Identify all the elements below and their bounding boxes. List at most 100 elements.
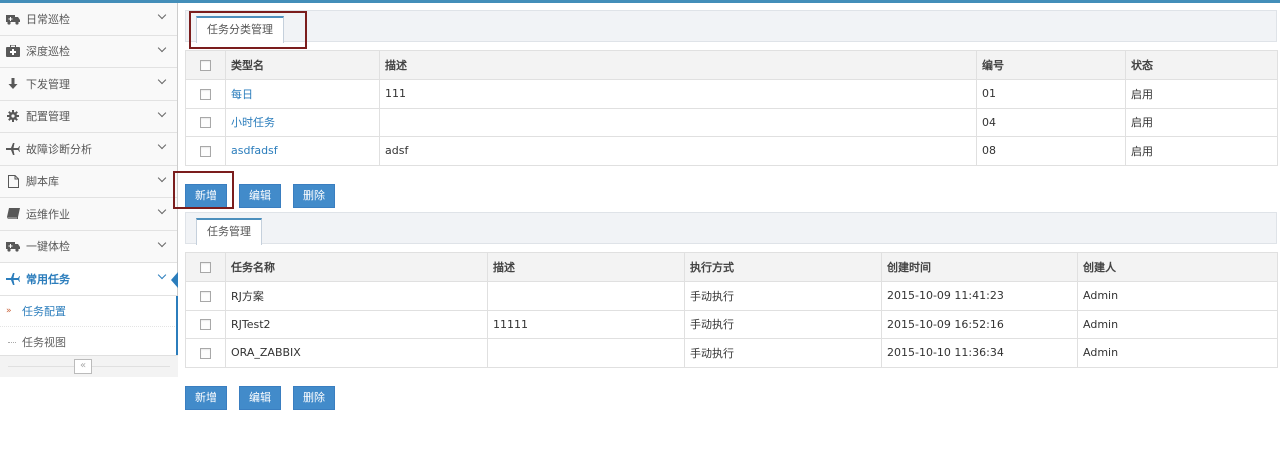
category-table: 类型名 描述 编号 状态 每日 111 01 启用 小时任务 04 启用 asd… [185,50,1278,166]
sidebar-item-daily-inspection[interactable]: 日常巡检 [0,3,177,36]
table-cell [487,281,685,311]
column-header[interactable]: 编号 [976,50,1126,80]
sidebar-subitem-label: 任务配置 [22,304,66,318]
edit-task-button[interactable]: 编辑 [239,386,281,410]
table-cell [379,107,977,137]
chevron-down-icon [157,205,167,215]
row-checkbox-cell [185,338,226,368]
row-checkbox-cell [185,107,226,137]
table-row: RJTest2 11111 手动执行 2015-10-09 16:52:16 A… [185,309,1278,339]
row-checkbox[interactable] [200,319,211,331]
gear-icon [6,109,20,123]
collapse-sidebar-button[interactable]: « [74,359,92,374]
sidebar-item-script-library[interactable]: 脚本库 [0,165,177,198]
sidebar-item-label: 日常巡检 [26,12,70,26]
table-cell: 2015-10-09 11:41:23 [881,281,1078,311]
chevron-down-icon [157,75,167,85]
sidebar-item-common-tasks[interactable]: 常用任务 [0,263,178,296]
sidebar-item-dispatch-management[interactable]: 下发管理 [0,68,177,101]
row-checkbox[interactable] [200,145,211,157]
plane-icon [6,272,20,286]
task-panel-header: 任务管理 [185,212,1277,245]
tab-task-category-management[interactable]: 任务分类管理 [196,16,284,43]
truck-icon [6,239,20,253]
delete-task-button[interactable]: 删除 [293,386,335,410]
sidebar-subitem-label: 任务视图 [22,335,66,349]
select-all-checkbox[interactable] [200,60,211,71]
category-name-link[interactable]: asdfadsf [231,144,278,157]
table-cell: 启用 [1125,79,1278,109]
tree-line [8,341,16,343]
top-accent-line [0,0,1280,3]
table-cell: 手动执行 [684,338,882,368]
row-checkbox-cell [185,281,226,311]
chevron-down-icon [157,43,167,52]
table-cell: 01 [976,79,1126,109]
sidebar-item-config-management[interactable]: 配置管理 [0,100,177,133]
angle-right-icon: » [6,305,12,316]
chevron-down-icon [157,238,167,247]
sidebar-item-deep-inspection[interactable]: 深度巡检 [0,35,177,68]
column-header[interactable]: 创建人 [1077,252,1278,282]
sidebar-item-ops-jobs[interactable]: 运维作业 [0,198,177,231]
table-cell: 启用 [1125,136,1278,166]
book-icon [6,207,20,221]
table-row: 小时任务 04 启用 [185,107,1278,137]
plane-icon [6,142,20,156]
row-checkbox[interactable] [200,290,211,302]
chevron-down-icon [157,10,167,20]
table-cell: Admin [1077,281,1278,311]
category-name-cell: 每日 [225,79,380,109]
edit-category-button[interactable]: 编辑 [239,184,281,208]
table-cell: Admin [1077,309,1278,339]
column-header[interactable]: 状态 [1125,50,1278,80]
table-cell: ORA_ZABBIX [225,338,488,368]
table-cell: RJ方案 [225,281,488,311]
sidebar-subitem-task-view[interactable]: 任务视图 [0,326,177,358]
chevron-down-icon [157,270,167,280]
select-all-checkbox[interactable] [200,262,211,273]
add-category-button[interactable]: 新增 [185,184,227,208]
chevron-down-icon [157,173,167,182]
column-header[interactable]: 类型名 [225,50,380,80]
sidebar-item-fault-diagnosis[interactable]: 故障诊断分析 [0,133,177,166]
table-cell: 11111 [487,309,685,339]
sidebar-item-label: 一键体检 [26,240,70,254]
delete-category-button[interactable]: 删除 [293,184,335,208]
table-header-row: 任务名称 描述 执行方式 创建时间 创建人 [185,252,1278,282]
sidebar-item-label: 下发管理 [26,77,70,91]
sidebar-item-label: 常用任务 [26,272,70,286]
column-header[interactable]: 创建时间 [881,252,1078,282]
category-name-link[interactable]: 小时任务 [231,116,275,129]
sidebar-collapse-bar: « [0,355,178,377]
table-cell: 04 [976,107,1126,137]
table-cell: 111 [379,79,977,109]
row-checkbox[interactable] [200,117,211,129]
row-checkbox-cell [185,79,226,109]
category-name-cell: asdfadsf [225,136,380,166]
row-checkbox-cell [185,136,226,166]
column-header[interactable]: 执行方式 [684,252,882,282]
chevron-down-icon [157,140,167,150]
category-panel-header: 任务分类管理 [185,10,1277,43]
sidebar-item-label: 故障诊断分析 [26,142,92,156]
task-table: 任务名称 描述 执行方式 创建时间 创建人 RJ方案 手动执行 2015-10-… [185,252,1278,368]
sidebar-subitem-task-config[interactable]: » 任务配置 [0,295,177,327]
table-cell: 08 [976,136,1126,166]
table-row: RJ方案 手动执行 2015-10-09 11:41:23 Admin [185,281,1278,311]
column-header[interactable]: 任务名称 [225,252,488,282]
table-row: asdfadsf adsf 08 启用 [185,136,1278,166]
sidebar-item-label: 运维作业 [26,207,70,221]
add-task-button[interactable]: 新增 [185,386,227,410]
select-all-cell [185,252,226,282]
row-checkbox[interactable] [200,88,211,100]
row-checkbox[interactable] [200,347,211,359]
category-name-link[interactable]: 每日 [231,88,253,101]
tab-task-management[interactable]: 任务管理 [196,218,262,245]
table-header-row: 类型名 描述 编号 状态 [185,50,1278,80]
sidebar-item-one-click-check[interactable]: 一键体检 [0,230,177,263]
column-header[interactable]: 描述 [379,50,977,80]
arrow-down-icon [6,77,20,91]
column-header[interactable]: 描述 [487,252,685,282]
table-cell: adsf [379,136,977,166]
